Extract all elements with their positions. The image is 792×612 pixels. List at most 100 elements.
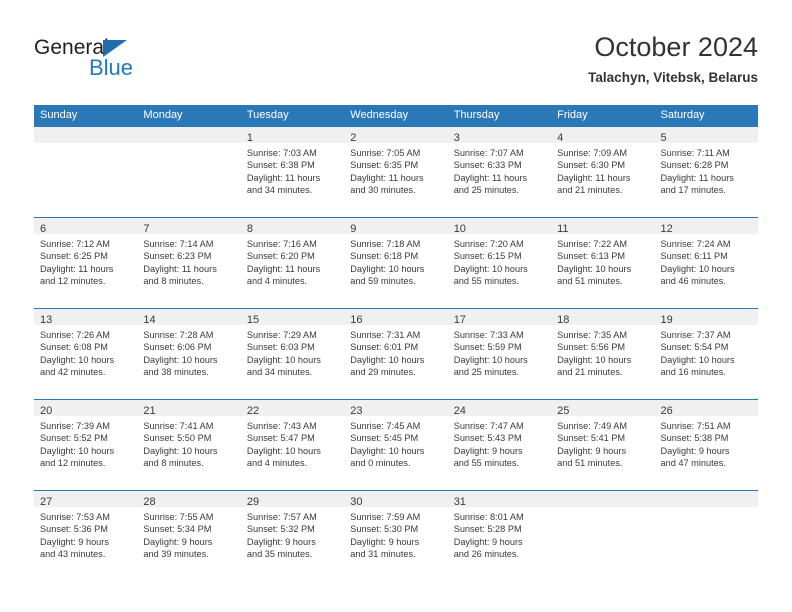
day-details: Sunrise: 7:18 AM Sunset: 6:18 PM Daylight:… — [344, 234, 447, 287]
day-number: 2 — [350, 132, 357, 144]
page-header: General Blue October 2024 Talachyn, Vite… — [34, 30, 758, 92]
sunrise-time: Sunrise: 7:37 AM — [660, 330, 731, 340]
day-number: 1 — [246, 132, 253, 144]
day-number: 4 — [557, 132, 564, 144]
day-cell[interactable]: 6 Sunrise: 7:12 AM Sunset: 6:25 PM Daylight… — [34, 218, 138, 308]
day-cell[interactable]: 21 Sunrise: 7:41 AM Sunset: 5:50 PM Dayligh… — [137, 400, 241, 490]
day-cell[interactable]: 30 Sunrise: 7:59 AM Sunset: 5:30 PM Dayligh… — [344, 491, 448, 581]
sunrise-time: Sunrise: 7:22 AM — [557, 239, 628, 249]
day-cell[interactable]: 1 Sunrise: 7:03 AM Sunset: 6:38 PM Daylight… — [240, 127, 345, 217]
sunset-time: Sunset: 6:01 PM — [350, 342, 419, 353]
day-cell[interactable]: 26 Sunrise: 7:51 AM Sunset: 5:38 PM Dayligh… — [654, 400, 758, 490]
daylight-duration-line2: and 25 minutes. — [453, 366, 520, 377]
day-number-band: 11 — [551, 218, 655, 235]
sunset-time: Sunset: 5:56 PM — [557, 342, 626, 353]
day-number: 7 — [143, 223, 150, 235]
daylight-duration-line2: and 17 minutes. — [660, 184, 726, 195]
sunset-time: Sunset: 5:43 PM — [453, 433, 522, 444]
weekday-header-tuesday: Tuesday — [246, 109, 289, 121]
day-cell[interactable]: 23 Sunrise: 7:45 AM Sunset: 5:45 PM Dayligh… — [344, 400, 448, 490]
day-cell[interactable]: 7 Sunrise: 7:14 AM Sunset: 6:23 PM Daylight… — [137, 218, 241, 308]
day-cell[interactable]: 28 Sunrise: 7:55 AM Sunset: 5:34 PM Dayligh… — [137, 491, 241, 581]
daylight-duration-line1: Daylight: 10 hours — [40, 445, 115, 456]
day-cell[interactable]: 27 Sunrise: 7:53 AM Sunset: 5:36 PM Dayligh… — [34, 491, 138, 581]
day-details: Sunrise: 7:20 AM Sunset: 6:15 PM Daylight:… — [448, 234, 551, 287]
day-number-band: 24 — [447, 400, 552, 417]
day-cell[interactable]: 22 Sunrise: 7:43 AM Sunset: 5:47 PM Dayligh… — [240, 400, 345, 490]
day-cell[interactable]: 13 Sunrise: 7:26 AM Sunset: 6:08 PM Dayligh… — [34, 309, 138, 399]
day-cell[interactable]: 15 Sunrise: 7:29 AM Sunset: 6:03 PM Dayligh… — [240, 309, 345, 399]
day-details: Sunrise: 7:05 AM Sunset: 6:35 PM Daylight:… — [344, 143, 447, 196]
calendar-week-row: 27 Sunrise: 7:53 AM Sunset: 5:36 PM Dayligh… — [34, 490, 758, 581]
day-number: 30 — [350, 496, 363, 508]
day-cell[interactable]: 9 Sunrise: 7:18 AM Sunset: 6:18 PM Daylight… — [344, 218, 448, 308]
daylight-duration-line2: and 26 minutes. — [453, 548, 520, 559]
sunrise-time: Sunrise: 7:43 AM — [246, 421, 317, 431]
day-cell[interactable]: 17 Sunrise: 7:33 AM Sunset: 5:59 PM Dayligh… — [447, 309, 552, 399]
daylight-duration-line1: Daylight: 9 hours — [143, 536, 213, 547]
sunset-time: Sunset: 6:38 PM — [246, 160, 315, 171]
day-number-band — [654, 491, 758, 507]
day-cell[interactable]: 10 Sunrise: 7:20 AM Sunset: 6:15 PM Dayligh… — [447, 218, 552, 308]
weekday-header-wednesday: Wednesday — [350, 109, 409, 121]
daylight-duration-line2: and 38 minutes. — [143, 366, 209, 377]
day-cell[interactable]: 3 Sunrise: 7:07 AM Sunset: 6:33 PM Daylight… — [447, 127, 552, 217]
sunrise-time: Sunrise: 7:57 AM — [246, 512, 317, 522]
day-cell[interactable]: 24 Sunrise: 7:47 AM Sunset: 5:43 PM Dayligh… — [447, 400, 552, 490]
daylight-duration-line1: Daylight: 10 hours — [350, 263, 425, 274]
sunrise-time: Sunrise: 7:29 AM — [246, 330, 317, 340]
day-details: Sunrise: 7:53 AM Sunset: 5:36 PM Daylight:… — [34, 507, 137, 560]
day-cell[interactable]: 29 Sunrise: 7:57 AM Sunset: 5:32 PM Dayligh… — [240, 491, 345, 581]
day-number: 17 — [453, 314, 466, 326]
day-number-band: 13 — [34, 309, 138, 326]
day-details: Sunrise: 7:16 AM Sunset: 6:20 PM Daylight:… — [241, 234, 344, 287]
day-number-band — [34, 127, 138, 143]
day-cell[interactable]: 19 Sunrise: 7:37 AM Sunset: 5:54 PM Dayligh… — [654, 309, 758, 399]
sunset-time: Sunset: 5:30 PM — [350, 524, 419, 535]
day-number: 28 — [143, 496, 156, 508]
day-number: 12 — [660, 223, 673, 235]
day-details: Sunrise: 7:47 AM Sunset: 5:43 PM Daylight:… — [448, 416, 551, 469]
general-blue-logo: General Blue — [34, 36, 254, 88]
day-number-band: 8 — [240, 218, 345, 235]
sunset-time: Sunset: 6:20 PM — [246, 251, 315, 262]
day-number: 8 — [246, 223, 253, 235]
sunrise-time: Sunrise: 7:59 AM — [350, 512, 421, 522]
day-cell[interactable]: 4 Sunrise: 7:09 AM Sunset: 6:30 PM Daylight… — [551, 127, 655, 217]
sunrise-time: Sunrise: 7:35 AM — [557, 330, 628, 340]
day-number: 23 — [350, 405, 363, 417]
sunset-time: Sunset: 5:45 PM — [350, 433, 419, 444]
sunset-time: Sunset: 6:15 PM — [453, 251, 522, 262]
day-cell[interactable]: 25 Sunrise: 7:49 AM Sunset: 5:41 PM Dayligh… — [551, 400, 655, 490]
sunrise-time: Sunrise: 7:26 AM — [40, 330, 110, 340]
day-cell[interactable]: 16 Sunrise: 7:31 AM Sunset: 6:01 PM Dayligh… — [344, 309, 448, 399]
day-cell[interactable]: 11 Sunrise: 7:22 AM Sunset: 6:13 PM Dayligh… — [551, 218, 655, 308]
calendar-week-row: 20 Sunrise: 7:39 AM Sunset: 5:52 PM Dayligh… — [34, 399, 758, 490]
day-cell[interactable]: 12 Sunrise: 7:24 AM Sunset: 6:11 PM Dayligh… — [654, 218, 758, 308]
day-number-band: 4 — [551, 127, 655, 144]
sunrise-time: Sunrise: 7:05 AM — [350, 148, 421, 158]
title-block: October 2024 Talachyn, Vitebsk, Belarus — [588, 30, 758, 88]
day-details: Sunrise: 7:55 AM Sunset: 5:34 PM Daylight:… — [137, 507, 240, 560]
sunrise-time: Sunrise: 7:33 AM — [453, 330, 524, 340]
day-cell[interactable]: 2 Sunrise: 7:05 AM Sunset: 6:35 PM Daylight… — [344, 127, 448, 217]
sunset-time: Sunset: 6:28 PM — [660, 160, 729, 171]
daylight-duration-line2: and 31 minutes. — [350, 548, 416, 559]
daylight-duration-line2: and 51 minutes. — [557, 275, 623, 286]
sunset-time: Sunset: 6:11 PM — [660, 251, 728, 262]
daylight-duration-line1: Daylight: 11 hours — [453, 172, 528, 183]
day-number: 31 — [453, 496, 466, 508]
daylight-duration-line2: and 4 minutes. — [246, 275, 308, 286]
daylight-duration-line2: and 4 minutes. — [246, 457, 308, 468]
day-details: Sunrise: 7:35 AM Sunset: 5:56 PM Daylight:… — [551, 325, 654, 378]
sunset-time: Sunset: 6:08 PM — [40, 342, 108, 353]
day-number-band: 16 — [344, 309, 448, 326]
day-cell[interactable]: 8 Sunrise: 7:16 AM Sunset: 6:20 PM Daylight… — [240, 218, 345, 308]
daylight-duration-line1: Daylight: 10 hours — [246, 354, 321, 365]
day-cell[interactable]: 31 Sunrise: 8:01 AM Sunset: 5:28 PM Dayligh… — [447, 491, 552, 581]
day-cell[interactable]: 14 Sunrise: 7:28 AM Sunset: 6:06 PM Dayligh… — [137, 309, 241, 399]
day-cell[interactable]: 18 Sunrise: 7:35 AM Sunset: 5:56 PM Dayligh… — [551, 309, 655, 399]
calendar-page: General Blue October 2024 Talachyn, Vite… — [0, 0, 792, 612]
day-cell[interactable]: 20 Sunrise: 7:39 AM Sunset: 5:52 PM Dayligh… — [34, 400, 138, 490]
day-cell[interactable]: 5 Sunrise: 7:11 AM Sunset: 6:28 PM Daylight… — [654, 127, 758, 217]
